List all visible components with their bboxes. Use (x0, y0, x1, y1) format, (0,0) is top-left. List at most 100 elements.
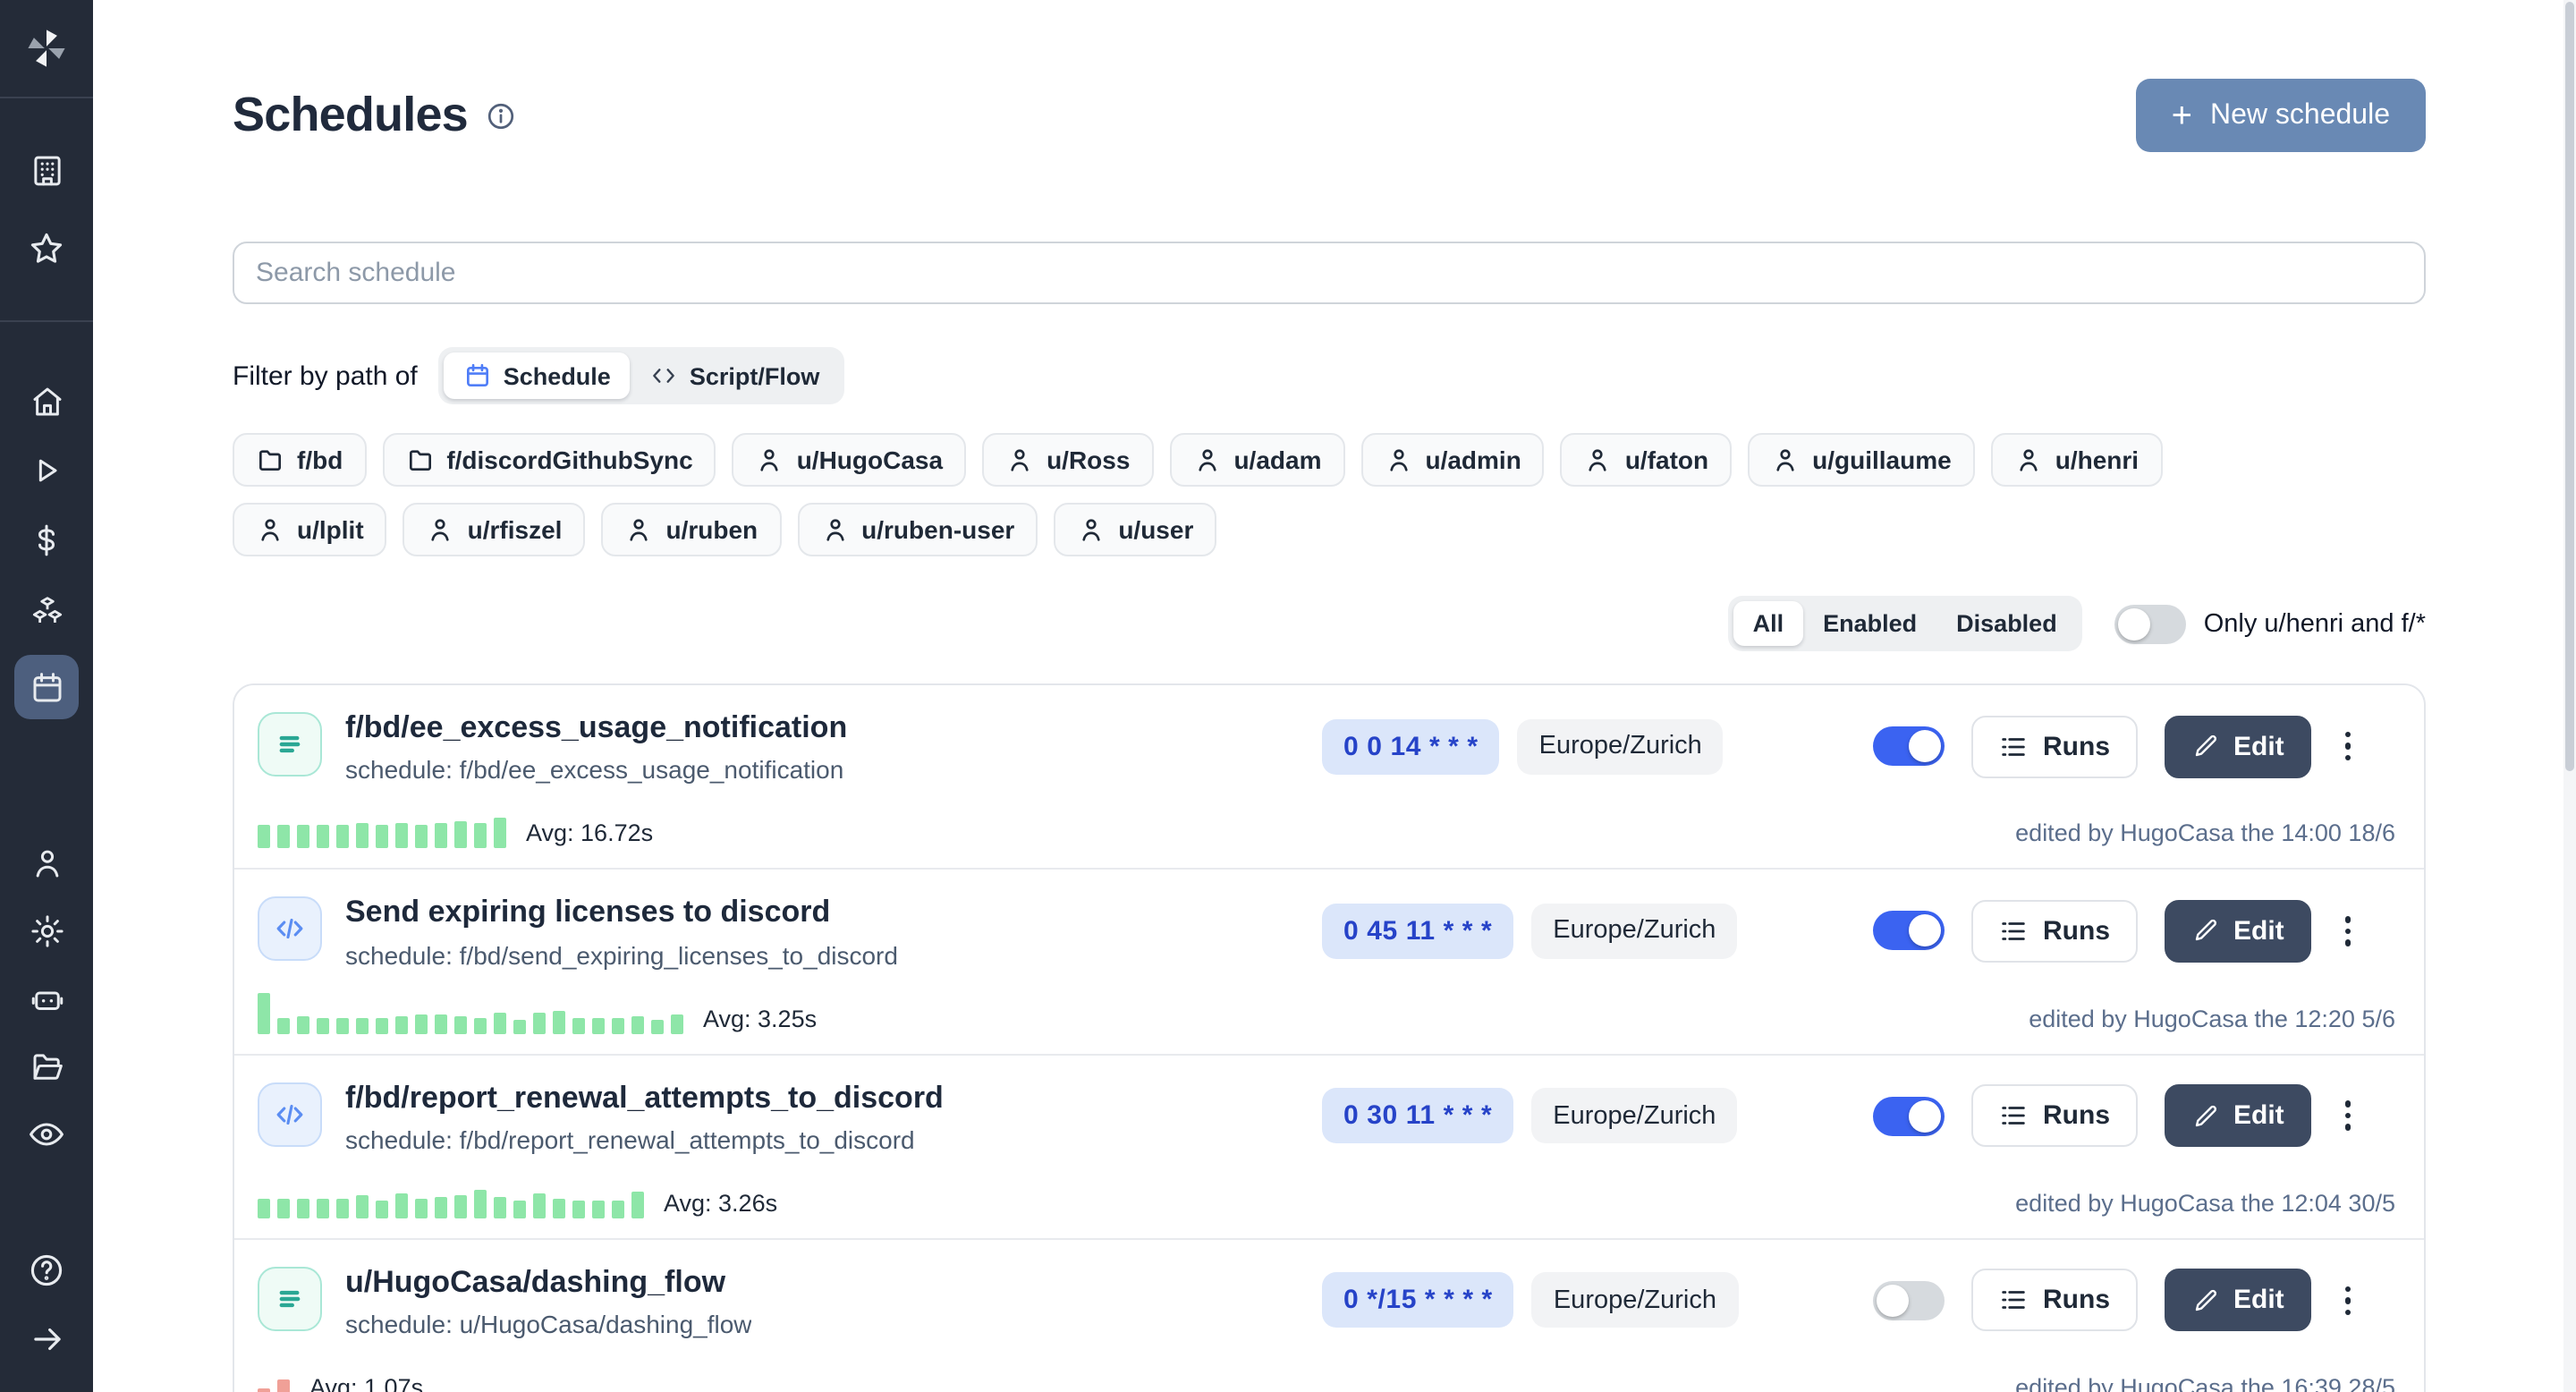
kebab-menu-icon[interactable] (2338, 909, 2359, 953)
schedule-row: f/bd/report_renewal_attempts_to_discord … (234, 1053, 2424, 1238)
new-schedule-label: New schedule (2210, 99, 2390, 132)
audit-logs-eye-icon[interactable] (14, 1102, 79, 1167)
runs-sparkline[interactable] (258, 990, 683, 1033)
user-icon[interactable] (14, 830, 79, 895)
path-chip[interactable]: u/faton (1561, 433, 1732, 487)
enabled-toggle[interactable] (1873, 1281, 1945, 1320)
path-chip[interactable]: u/guillaume (1748, 433, 1975, 487)
status-filter-group: AllEnabledDisabled (1728, 596, 2082, 651)
status-filter-all[interactable]: All (1733, 601, 1804, 646)
only-henri-label: Only u/henri and f/* (2204, 609, 2426, 638)
path-chip[interactable]: f/bd (233, 433, 366, 487)
home-icon[interactable] (14, 369, 79, 433)
flow-kind-box (258, 1267, 322, 1331)
folders-icon[interactable] (14, 1034, 79, 1099)
schedule-title[interactable]: f/bd/ee_excess_usage_notification (345, 709, 847, 747)
path-chip[interactable]: u/Ross (982, 433, 1153, 487)
person-icon (1005, 446, 1034, 474)
expand-arrow-icon[interactable] (14, 1306, 79, 1371)
path-chip-label: u/Ross (1046, 446, 1130, 474)
runs-play-icon[interactable] (14, 438, 79, 503)
help-icon[interactable] (14, 1238, 79, 1303)
edit-button[interactable]: Edit (2164, 715, 2311, 777)
page-title: Schedules (233, 88, 468, 143)
scrollbar[interactable] (2563, 0, 2576, 1392)
path-chip-label: u/adam (1233, 446, 1321, 474)
workspace-icon[interactable] (14, 138, 79, 202)
only-henri-toggle[interactable] (2114, 604, 2186, 643)
sidebar-divider (0, 320, 93, 322)
schedule-title[interactable]: Send expiring licenses to discord (345, 894, 898, 932)
path-chip[interactable]: u/HugoCasa (733, 433, 966, 487)
resources-boxes-icon[interactable] (14, 578, 79, 642)
path-chip[interactable]: u/admin (1360, 433, 1544, 487)
schedule-title[interactable]: f/bd/report_renewal_attempts_to_discord (345, 1078, 944, 1116)
path-chip-label: u/user (1118, 515, 1193, 544)
status-filter-enabled[interactable]: Enabled (1803, 601, 1936, 646)
path-chip[interactable]: u/ruben-user (797, 503, 1038, 556)
person-icon (624, 515, 653, 544)
path-chip-label: u/guillaume (1812, 446, 1952, 474)
kebab-menu-icon[interactable] (2338, 1278, 2359, 1322)
pencil-icon (2190, 917, 2219, 946)
runs-button[interactable]: Runs (1971, 715, 2137, 777)
windmill-logo-icon[interactable] (14, 16, 79, 81)
timezone-badge: Europe/Zurich (1531, 904, 1737, 959)
path-filter-row: Filter by path of Schedule Script/Flow (233, 347, 2426, 404)
schedule-title[interactable]: u/HugoCasa/dashing_flow (345, 1263, 752, 1302)
only-filter: Only u/henri and f/* (2114, 604, 2426, 643)
path-chip[interactable]: u/lplit (233, 503, 387, 556)
enabled-toggle[interactable] (1873, 726, 1945, 766)
path-chip[interactable]: u/henri (1991, 433, 2162, 487)
edit-button-label: Edit (2233, 1100, 2284, 1131)
edit-button[interactable]: Edit (2164, 900, 2311, 963)
runs-button-label: Runs (2043, 1100, 2110, 1131)
schedule-path: schedule: f/bd/ee_excess_usage_notificat… (345, 756, 847, 785)
enabled-toggle[interactable] (1873, 912, 1945, 951)
info-icon[interactable] (486, 99, 518, 132)
path-type-schedule[interactable]: Schedule (445, 352, 631, 399)
person-icon (1584, 446, 1613, 474)
settings-gear-icon[interactable] (14, 898, 79, 963)
calendar-icon (464, 361, 493, 390)
path-filter-label: Filter by path of (233, 361, 418, 391)
code-icon (650, 361, 679, 390)
runs-sparkline[interactable] (258, 806, 506, 849)
favorites-star-icon[interactable] (14, 216, 79, 281)
runs-sparkline[interactable] (258, 1176, 644, 1218)
edit-button[interactable]: Edit (2164, 1269, 2311, 1332)
list-icon (1998, 731, 2029, 761)
path-chip[interactable]: u/ruben (601, 503, 781, 556)
schedules-calendar-icon[interactable] (14, 655, 79, 719)
runs-button-label: Runs (2043, 1286, 2110, 1316)
person-icon (1077, 515, 1106, 544)
workers-robot-icon[interactable] (14, 966, 79, 1031)
status-filter-disabled[interactable]: Disabled (1936, 601, 2077, 646)
script-icon (270, 910, 309, 949)
runs-button[interactable]: Runs (1971, 900, 2137, 963)
kebab-menu-icon[interactable] (2338, 725, 2359, 768)
path-chip[interactable]: u/user (1054, 503, 1216, 556)
list-icon (1998, 916, 2029, 946)
scrollbar-thumb[interactable] (2565, 2, 2574, 771)
path-type-script-flow[interactable]: Script/Flow (631, 352, 840, 399)
runs-button[interactable]: Runs (1971, 1084, 2137, 1147)
path-chip[interactable]: u/adam (1169, 433, 1344, 487)
runs-button[interactable]: Runs (1971, 1269, 2137, 1332)
edit-button[interactable]: Edit (2164, 1084, 2311, 1147)
path-chip[interactable]: f/discordGithubSync (382, 433, 716, 487)
search-input[interactable] (233, 242, 2426, 304)
person-icon (1384, 446, 1412, 474)
person-icon (427, 515, 455, 544)
kebab-menu-icon[interactable] (2338, 1094, 2359, 1138)
enabled-toggle[interactable] (1873, 1096, 1945, 1135)
flow-kind-box (258, 712, 322, 777)
variables-dollar-icon[interactable] (14, 508, 79, 573)
new-schedule-button[interactable]: + New schedule (2136, 79, 2426, 152)
person-icon (1192, 446, 1221, 474)
folder-icon (405, 446, 434, 474)
person-icon (1771, 446, 1800, 474)
avg-duration: Avg: 1.07s (309, 1374, 423, 1392)
path-chip[interactable]: u/rfiszel (403, 503, 586, 556)
runs-sparkline[interactable] (258, 1360, 290, 1392)
